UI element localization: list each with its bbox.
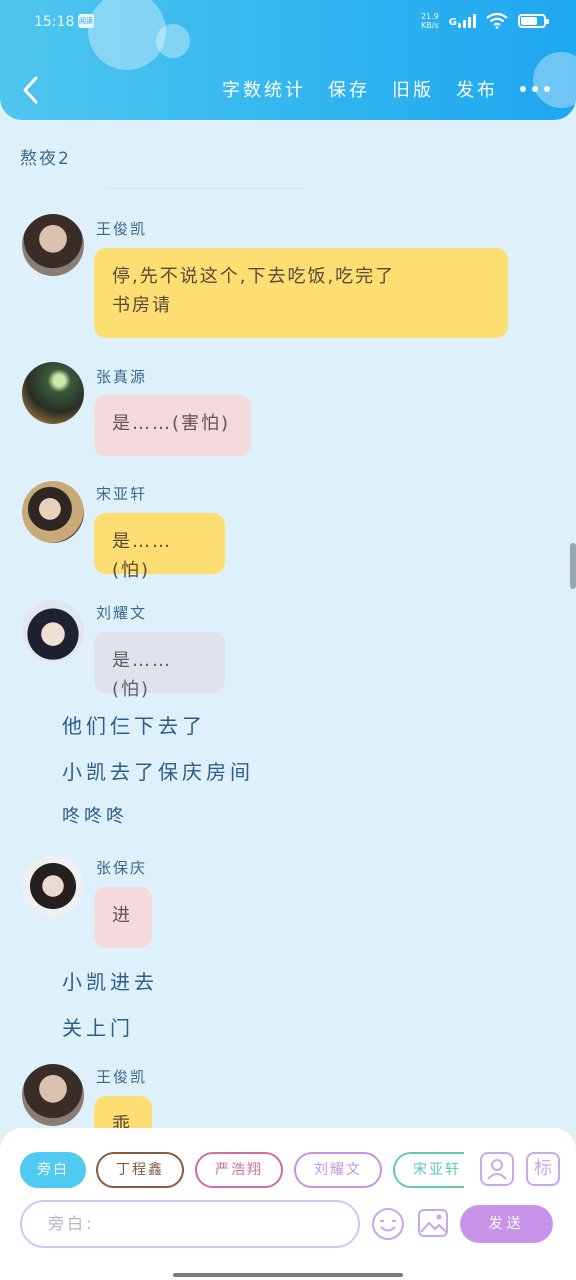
message-bubble[interactable]: 是……(怕)	[94, 632, 225, 700]
message-text: 书房请	[112, 295, 172, 316]
speaker-name: 王俊凯	[96, 1068, 148, 1086]
composer-panel: 旁白 丁程鑫 严浩翔 刘耀文 宋亚轩 标 旁白: 发送	[0, 1128, 576, 1280]
speaker-name: 王俊凯	[96, 220, 148, 238]
chevron-left-icon	[23, 76, 38, 104]
save-button[interactable]: 保存	[328, 76, 370, 102]
mark-button[interactable]: 标	[526, 1152, 560, 1186]
speaker-name: 张真源	[96, 368, 148, 386]
message-bubble[interactable]: 停,先不说这个,下去吃饭,吃完了 书房请	[94, 248, 508, 338]
chat-message: 宋亚轩 是……(怕)	[0, 481, 576, 581]
speaker-name: 刘耀文	[96, 604, 148, 622]
net-speed-unit: KB/s	[421, 21, 439, 30]
role-chip[interactable]: 严浩翔	[195, 1152, 283, 1188]
decor-bubble	[156, 24, 190, 58]
scrollbar[interactable]	[570, 543, 576, 589]
narration-text: 小凯进去	[62, 970, 158, 994]
send-button[interactable]: 发送	[460, 1205, 553, 1243]
role-selector: 旁白 丁程鑫 严浩翔 刘耀文 宋亚轩	[20, 1152, 464, 1188]
avatar[interactable]	[22, 362, 84, 424]
person-icon	[487, 1159, 507, 1180]
net-speed: 21.9 KB/s	[421, 12, 439, 30]
top-header: 15:18 阅读 21.9 KB/s G 字数统计 保存 旧版 发布	[0, 0, 576, 120]
image-button[interactable]	[416, 1206, 450, 1240]
contacts-button[interactable]	[480, 1152, 514, 1186]
chat-message: 王俊凯 停,先不说这个,下去吃饭,吃完了 书房请	[0, 214, 576, 344]
speaker-name: 宋亚轩	[96, 485, 148, 503]
chat-message: 王俊凯 乖	[0, 1064, 576, 1128]
message-bubble[interactable]: 乖	[94, 1096, 152, 1128]
reading-badge-icon: 阅读	[78, 14, 94, 28]
speaker-name: 张保庆	[96, 859, 148, 877]
role-chip-narrator[interactable]: 旁白	[20, 1152, 86, 1188]
battery-icon	[518, 14, 549, 28]
chat-message: 张保庆 进	[0, 855, 576, 955]
wifi-icon	[486, 13, 508, 29]
narration-text: 咚咚咚	[62, 806, 128, 827]
back-button[interactable]	[14, 70, 50, 110]
signal-icon: G	[449, 14, 476, 28]
status-time: 15:18	[34, 14, 75, 30]
role-chip[interactable]: 宋亚轩	[393, 1152, 464, 1188]
chat-message: 张真源 是……(害怕)	[0, 362, 576, 462]
network-type: G	[448, 17, 457, 28]
home-indicator	[173, 1273, 403, 1277]
decor-bubble	[88, 0, 166, 70]
narration-text: 他们仨下去了	[62, 714, 206, 738]
word-count-button[interactable]: 字数统计	[222, 76, 306, 102]
message-bubble[interactable]: 是……(害怕)	[94, 395, 251, 456]
smiley-icon	[372, 1208, 404, 1240]
avatar[interactable]	[22, 214, 84, 276]
header-actions: 字数统计 保存 旧版 发布	[222, 76, 550, 102]
more-icon[interactable]	[520, 86, 550, 92]
image-icon	[418, 1209, 448, 1237]
role-chip[interactable]: 刘耀文	[294, 1152, 382, 1188]
message-input[interactable]: 旁白:	[20, 1200, 360, 1248]
emoji-button[interactable]	[370, 1206, 406, 1242]
role-chip[interactable]: 丁程鑫	[96, 1152, 184, 1188]
narration-text: 关上门	[62, 1016, 134, 1040]
avatar[interactable]	[22, 1064, 84, 1126]
message-bubble[interactable]: 是……(怕)	[94, 513, 225, 581]
avatar[interactable]	[22, 855, 84, 917]
avatar[interactable]	[22, 481, 84, 543]
status-indicators: 21.9 KB/s G	[421, 12, 549, 30]
publish-button[interactable]: 发布	[456, 76, 498, 102]
divider	[106, 188, 304, 189]
chat-title: 熬夜2	[20, 149, 71, 169]
chat-message: 刘耀文 是……(怕)	[0, 600, 576, 700]
message-bubble[interactable]: 进	[94, 887, 152, 948]
old-version-button[interactable]: 旧版	[392, 76, 434, 102]
avatar[interactable]	[22, 600, 84, 662]
message-text: 停,先不说这个,下去吃饭,吃完了	[112, 266, 396, 287]
net-speed-value: 21.9	[420, 12, 439, 21]
narration-text: 小凯去了保庆房间	[62, 760, 254, 784]
